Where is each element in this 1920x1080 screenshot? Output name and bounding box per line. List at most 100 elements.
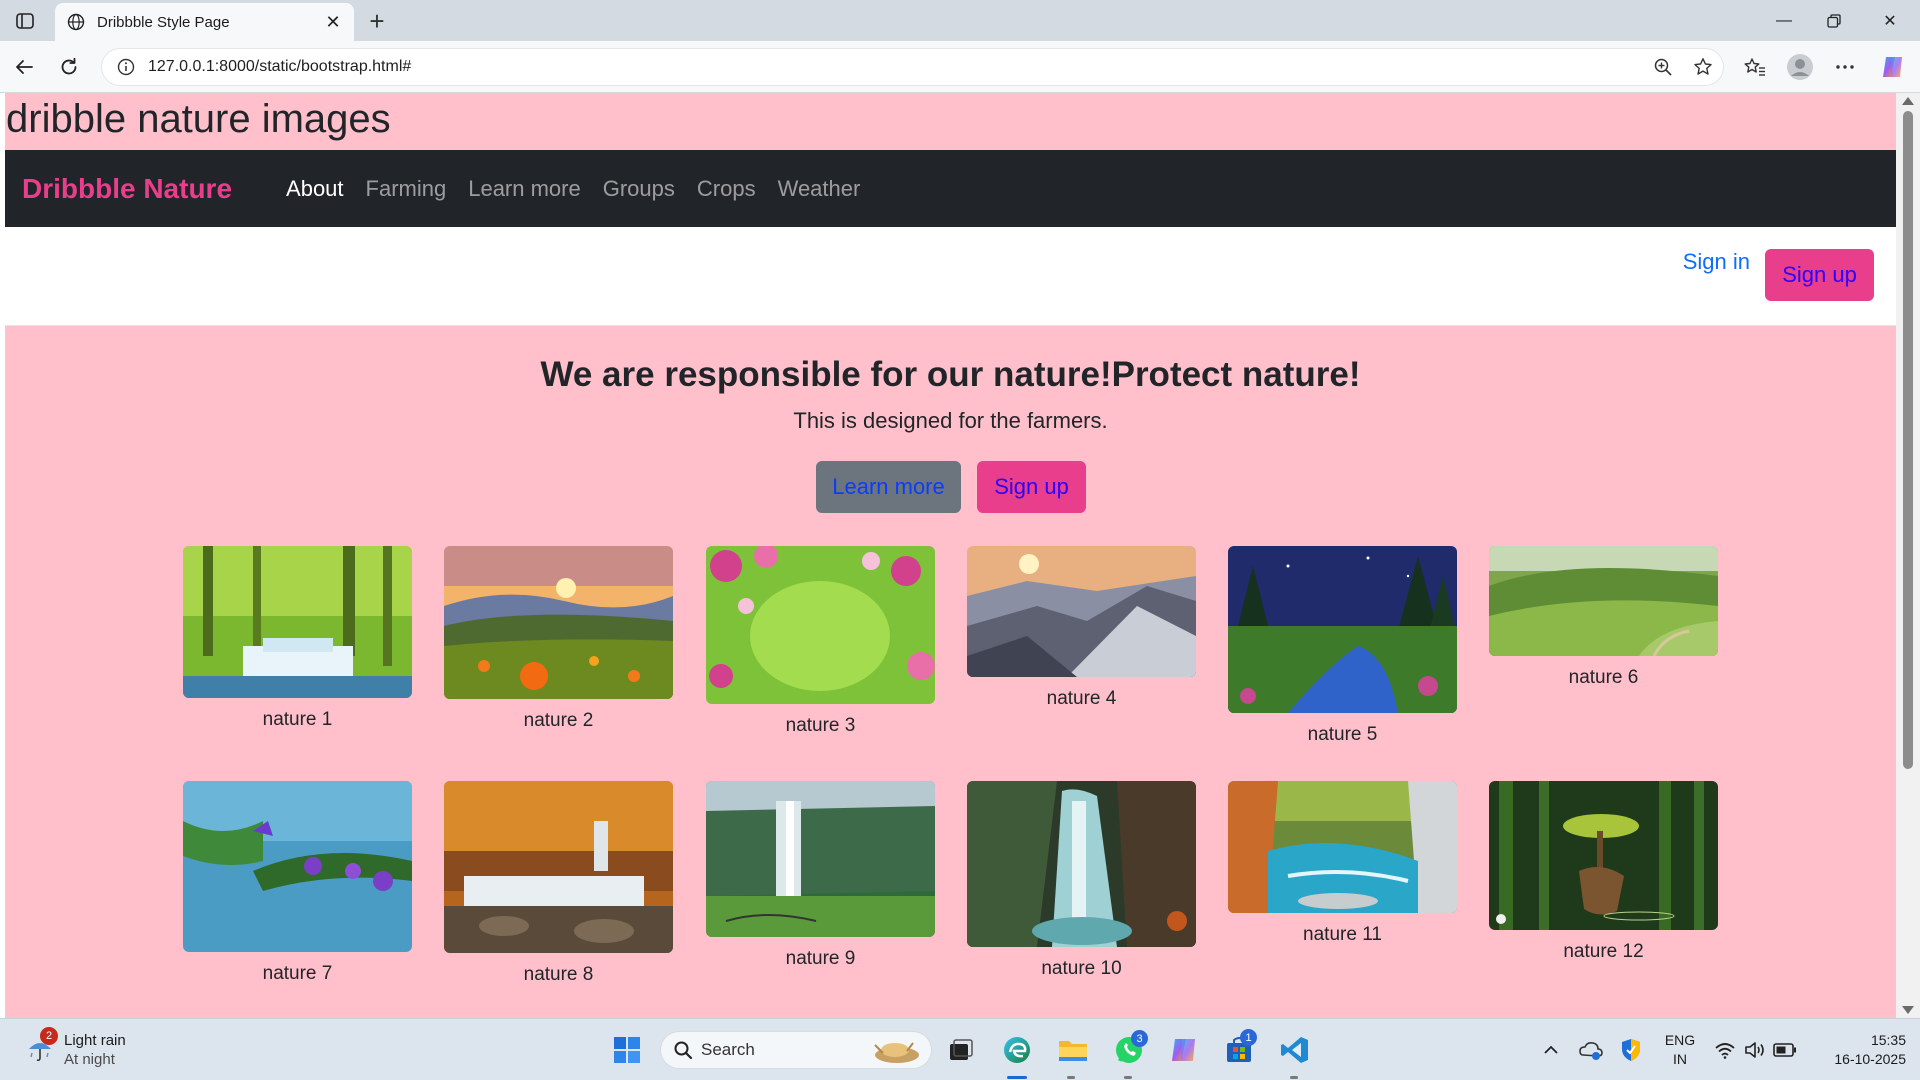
nature-image[interactable] [1228, 546, 1457, 713]
back-icon[interactable] [8, 51, 40, 83]
gallery-card[interactable]: nature 12 [1489, 781, 1718, 963]
volume-icon[interactable] [1740, 1032, 1770, 1068]
close-window-icon[interactable]: ✕ [1862, 0, 1918, 41]
gallery-card[interactable]: nature 11 [1228, 781, 1457, 946]
nature-image[interactable] [967, 546, 1196, 677]
nav-about[interactable]: About [286, 176, 344, 202]
input-language-indicator[interactable]: ENG IN [1656, 1031, 1704, 1069]
language-code: ENG [1664, 1032, 1696, 1048]
image-caption: nature 6 [1568, 667, 1639, 688]
image-caption: nature 4 [1046, 688, 1117, 709]
nature-image[interactable] [1489, 546, 1718, 656]
gallery-card[interactable]: nature 3 [706, 546, 935, 737]
active-app-indicator [1007, 1076, 1027, 1079]
show-hidden-icons-icon[interactable] [1536, 1032, 1566, 1068]
minimize-icon[interactable]: — [1756, 0, 1812, 41]
wifi-icon[interactable] [1710, 1032, 1740, 1068]
restore-icon[interactable] [1806, 0, 1862, 41]
site-info-icon[interactable] [108, 49, 144, 85]
nav-groups[interactable]: Groups [603, 176, 675, 202]
security-shield-icon[interactable] [1614, 1032, 1648, 1068]
sign-up-button[interactable]: Sign up [1765, 249, 1874, 301]
zoom-icon[interactable] [1643, 49, 1683, 85]
gallery-card[interactable]: nature 2 [444, 546, 673, 732]
copilot-app-icon[interactable] [1166, 1032, 1202, 1068]
weather-condition: Light rain [64, 1032, 126, 1049]
nature-image[interactable] [444, 781, 673, 953]
hero-title: We are responsible for our nature!Protec… [540, 355, 1361, 394]
hero-subtitle: This is designed for the farmers. [793, 408, 1108, 433]
brand-link[interactable]: Dribbble Nature [22, 173, 232, 205]
gallery-card[interactable]: nature 8 [444, 781, 673, 986]
gallery-card[interactable]: nature 6 [1489, 546, 1718, 689]
weather-widget[interactable]: 2 Light rain At night [22, 1027, 152, 1071]
nav-crops[interactable]: Crops [697, 176, 756, 202]
gallery-card[interactable]: nature 9 [706, 781, 935, 970]
nature-image[interactable] [706, 546, 935, 704]
file-explorer-icon[interactable] [1055, 1032, 1091, 1068]
page-title: dribble nature images [6, 97, 391, 141]
profile-avatar-icon[interactable] [1783, 51, 1817, 83]
scrollbar-thumb[interactable] [1903, 111, 1913, 769]
image-caption: nature 3 [785, 715, 856, 736]
nature-image[interactable] [1228, 781, 1457, 913]
nature-image[interactable] [183, 781, 412, 952]
nav-weather[interactable]: Weather [778, 176, 861, 202]
battery-icon[interactable] [1770, 1032, 1800, 1068]
windows-start-icon[interactable] [609, 1032, 645, 1068]
nature-image[interactable] [967, 781, 1196, 947]
nature-image[interactable] [706, 781, 935, 937]
close-tab-icon[interactable]: ✕ [322, 11, 344, 33]
task-view-icon[interactable] [943, 1032, 979, 1068]
clock[interactable]: 15:35 16-10-2025 [1806, 1031, 1906, 1069]
scroll-down-icon[interactable] [1902, 1006, 1914, 1014]
browser-tab[interactable]: Dribbble Style Page ✕ [55, 3, 354, 41]
favorites-icon[interactable] [1738, 51, 1772, 83]
hero-sign-up-button[interactable]: Sign up [977, 461, 1086, 513]
taskbar: 2 Light rain At night Search 3 1 ENG IN … [0, 1018, 1920, 1080]
gallery-card[interactable]: nature 10 [967, 781, 1196, 980]
image-caption: nature 12 [1563, 941, 1644, 962]
taskbar-search[interactable]: Search [660, 1031, 932, 1069]
search-placeholder: Search [701, 1040, 755, 1059]
edge-browser-icon[interactable] [999, 1032, 1035, 1068]
scroll-up-icon[interactable] [1902, 97, 1914, 105]
browser-tab-bar: Dribbble Style Page ✕ + — ✕ [0, 0, 1920, 41]
image-caption: nature 1 [262, 709, 333, 730]
app-running-indicator [1067, 1076, 1075, 1079]
favorite-star-icon[interactable] [1683, 49, 1723, 85]
app-running-indicator [1290, 1076, 1298, 1079]
reload-icon[interactable] [53, 51, 85, 83]
nav-learn-more[interactable]: Learn more [468, 176, 581, 202]
nature-image[interactable] [1489, 781, 1718, 930]
tab-actions-icon[interactable] [10, 9, 40, 33]
more-options-icon[interactable] [1828, 51, 1862, 83]
gallery-card[interactable]: nature 5 [1228, 546, 1457, 746]
image-caption: nature 11 [1303, 924, 1382, 945]
clock-time: 15:35 [1870, 1032, 1906, 1048]
page-body: dribble nature images Dribbble Nature Ab… [5, 93, 1896, 1018]
sign-in-link[interactable]: Sign in [1683, 249, 1750, 275]
nav-farming[interactable]: Farming [366, 176, 447, 202]
gallery-card[interactable]: nature 7 [183, 781, 412, 985]
url-bar[interactable]: 127.0.0.1:8000/static/bootstrap.html# [101, 48, 1724, 86]
app-running-indicator [1124, 1076, 1132, 1079]
store-notification-badge: 1 [1240, 1029, 1257, 1046]
gallery-card[interactable]: nature 1 [183, 546, 412, 731]
page-scrollbar[interactable] [1896, 93, 1920, 1018]
image-caption: nature 2 [523, 710, 594, 731]
new-tab-icon[interactable]: + [362, 6, 392, 36]
image-caption: nature 7 [262, 963, 333, 984]
learn-more-button[interactable]: Learn more [816, 461, 961, 513]
onedrive-status-icon[interactable] [1574, 1032, 1608, 1068]
nature-image[interactable] [444, 546, 673, 699]
nature-image[interactable] [183, 546, 412, 698]
gallery-card[interactable]: nature 4 [967, 546, 1196, 710]
image-caption: nature 10 [1041, 958, 1122, 979]
auth-bar: Sign in Sign up [5, 227, 1896, 326]
url-text: 127.0.0.1:8000/static/bootstrap.html# [148, 58, 412, 75]
clock-date: 16-10-2025 [1834, 1051, 1906, 1067]
search-highlight-icon [865, 1035, 925, 1065]
vscode-icon[interactable] [1277, 1032, 1313, 1068]
copilot-icon[interactable] [1876, 51, 1910, 83]
